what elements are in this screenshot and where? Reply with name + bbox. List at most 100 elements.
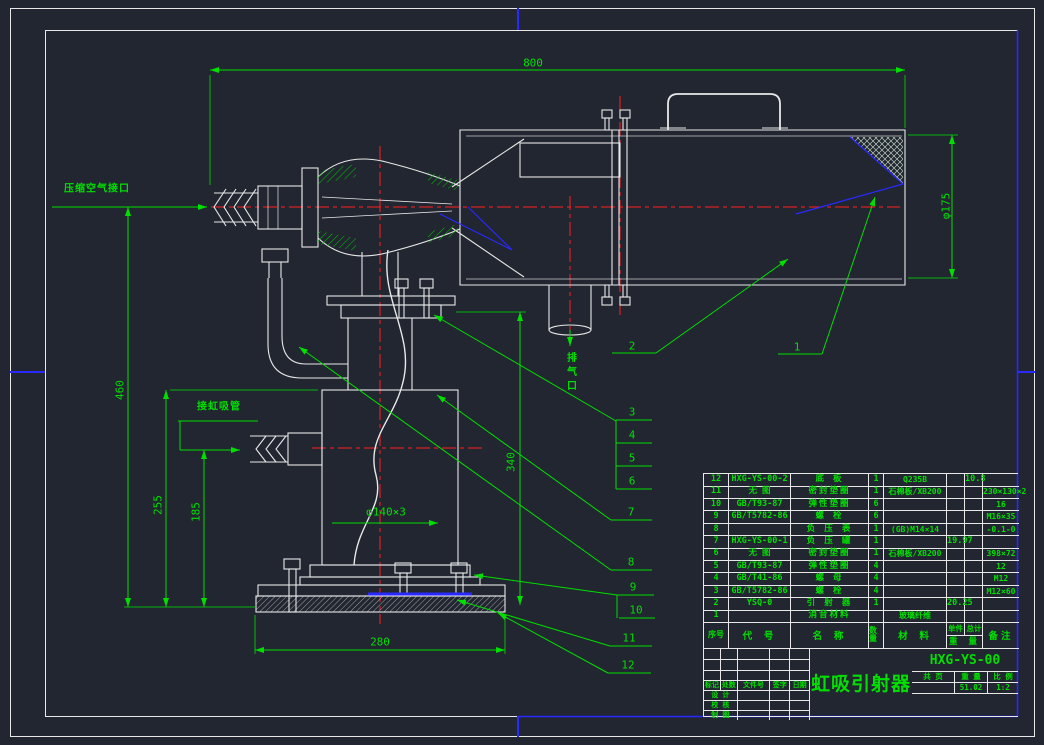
- bom-header-qty: 数量: [869, 622, 884, 649]
- callout-8: 8: [627, 555, 635, 569]
- revision-header-cell: 文件号: [737, 681, 771, 691]
- callout-1: 1: [793, 340, 801, 354]
- bom-cell-unit_weight: [947, 498, 965, 512]
- label-exhaust-port: 排气口: [564, 352, 576, 394]
- bom-row: 8 负 压 表 1 (GB)M14×14 -0.1-0: [704, 523, 1019, 537]
- bom-cell-name: 密封垫圈: [791, 548, 869, 561]
- bom-cell-qty: 4: [869, 573, 884, 586]
- revision-cell: [790, 671, 810, 681]
- bom-header-total-weight: 总计: [965, 623, 983, 636]
- siphon-hose-barb: [250, 432, 323, 466]
- info-header-pages: 共 页: [912, 672, 955, 683]
- bom-cell-remark: 230×130×2: [983, 486, 1026, 499]
- bom-cell-total_weight: [965, 560, 983, 574]
- bom-table: 12 HXG-YS-00-2 底 板 1 Q235B 10.8 11 无 图密封垫圈 1 石棉板/…: [703, 473, 1026, 649]
- bom-cell-name: 弹性垫圈: [791, 560, 869, 574]
- bom-cell-no: 3: [704, 585, 729, 599]
- signature-cell: [737, 701, 771, 711]
- drawing-info-block: HXG-YS-00 共 页 重 量 比 例 51.02 1:2: [912, 648, 1018, 717]
- bom-cell-remark: M16×35: [983, 511, 1019, 524]
- bom-cell-material: [884, 498, 947, 512]
- bom-cell-name: 负 压 表: [791, 523, 869, 537]
- bom-row: 3 GB/T5782-86 螺 栓 4 M12×60: [704, 585, 1019, 599]
- info-headers: 共 页 重 量 比 例: [912, 672, 1018, 683]
- info-value-pages: [912, 683, 955, 694]
- dim-total-height: 460: [113, 380, 127, 400]
- bom-row: 5 GB/T93-87 弹性垫圈 4 12: [704, 560, 1019, 574]
- vessel-outline: [321, 389, 459, 566]
- bom-cell-code: GB/T93-87: [729, 498, 791, 512]
- bom-cell-total_weight: [965, 548, 983, 561]
- bom-cell-remark: [983, 610, 1019, 623]
- revision-header-cell: 签字: [770, 681, 791, 691]
- bom-cell-total_weight: [965, 585, 983, 599]
- bom-cell-qty: 1: [869, 536, 884, 549]
- info-header-weight: 重 量: [955, 672, 988, 683]
- bom-cell-qty: 1: [869, 474, 884, 487]
- bom-cell-no: 2: [704, 598, 729, 611]
- signature-label: 制 图: [704, 711, 738, 720]
- bom-cell-unit_weight: [947, 486, 965, 499]
- bom-cell-material: [884, 560, 947, 574]
- bom-cell-name: 密封垫圈: [791, 486, 869, 499]
- callout-6: 6: [628, 474, 636, 488]
- callout-5: 5: [628, 451, 636, 465]
- bom-cell-unit_weight: [947, 523, 965, 537]
- signature-label: 校 核: [704, 701, 738, 711]
- revision-header-cell: 日期: [790, 681, 810, 691]
- bom-cell-remark: [983, 598, 1019, 611]
- bom-cell-remark: 12: [983, 561, 1019, 574]
- bom-row: 2 YSQ-0 引 射 器 1 20.25: [704, 598, 1019, 611]
- bom-cell-unit_weight: [947, 474, 965, 487]
- bom-cell-total_weight: [965, 610, 983, 623]
- bom-cell-code: GB/T5782-86: [729, 585, 791, 599]
- bom-cell-total_weight: [965, 498, 983, 512]
- revision-cell: [737, 671, 771, 681]
- signature-label: 设 计: [704, 691, 738, 701]
- bom-header-unit-weight: 单件: [947, 622, 965, 636]
- signature-cell: [737, 691, 771, 701]
- bom-cell-code: [729, 610, 791, 623]
- bom-row: 11 无 图密封垫圈 1 石棉板/XB200 230×130×2: [704, 486, 1026, 499]
- bom-cell-total_weight: [965, 573, 983, 586]
- bom-cell-name: 底 板: [791, 474, 869, 487]
- bom-header-remark: 备注: [983, 623, 1019, 649]
- bom-cell-remark: -0.1-0: [983, 524, 1019, 537]
- bom-cell-total_weight: [965, 486, 983, 499]
- revision-empty-row: [704, 671, 810, 681]
- bom-cell-qty: 6: [869, 511, 884, 524]
- bom-cell-remark: M12×60: [983, 586, 1019, 599]
- revision-cell: [770, 671, 791, 681]
- revision-cell: [770, 649, 791, 660]
- bom-cell-name: 螺 母: [791, 573, 869, 586]
- callout-7: 7: [627, 505, 635, 519]
- signature-cell: [770, 711, 791, 720]
- bom-cell-qty: 1: [869, 598, 884, 611]
- bom-cell-remark: [983, 474, 1019, 487]
- bom-cell-no: 5: [704, 560, 729, 574]
- bom-cell-total_weight: [965, 536, 983, 549]
- bom-cell-no: 6: [704, 548, 729, 561]
- bom-cell-no: 8: [704, 523, 729, 537]
- revision-cell: [737, 649, 771, 660]
- callout-9: 9: [629, 580, 637, 594]
- callout-12: 12: [621, 658, 635, 672]
- dim-body-height: 340: [504, 452, 518, 472]
- bom-cell-no: 7: [704, 536, 729, 549]
- revision-cell: [720, 649, 738, 660]
- bom-cell-unit_weight: [947, 610, 965, 623]
- bom-cell-unit_weight: [947, 560, 965, 574]
- callout-4: 4: [628, 428, 636, 442]
- revision-cell: [704, 660, 721, 671]
- bom-header-material: 材 料: [884, 622, 947, 649]
- signature-cell: [770, 701, 791, 711]
- info-value-scale: 1:2: [988, 683, 1018, 694]
- revision-cell: [720, 660, 738, 671]
- revision-cell: [790, 660, 810, 671]
- bom-cell-material: [884, 598, 947, 611]
- bom-header-weight: 单件 总计 重 量: [947, 622, 983, 649]
- bom-rows: 12 HXG-YS-00-2 底 板 1 Q235B 10.8 11 无 图密封垫圈 1 石棉板/…: [704, 474, 1026, 623]
- bom-cell-qty: 1: [869, 523, 884, 537]
- info-header-scale: 比 例: [988, 672, 1018, 683]
- revision-cell: [704, 671, 721, 681]
